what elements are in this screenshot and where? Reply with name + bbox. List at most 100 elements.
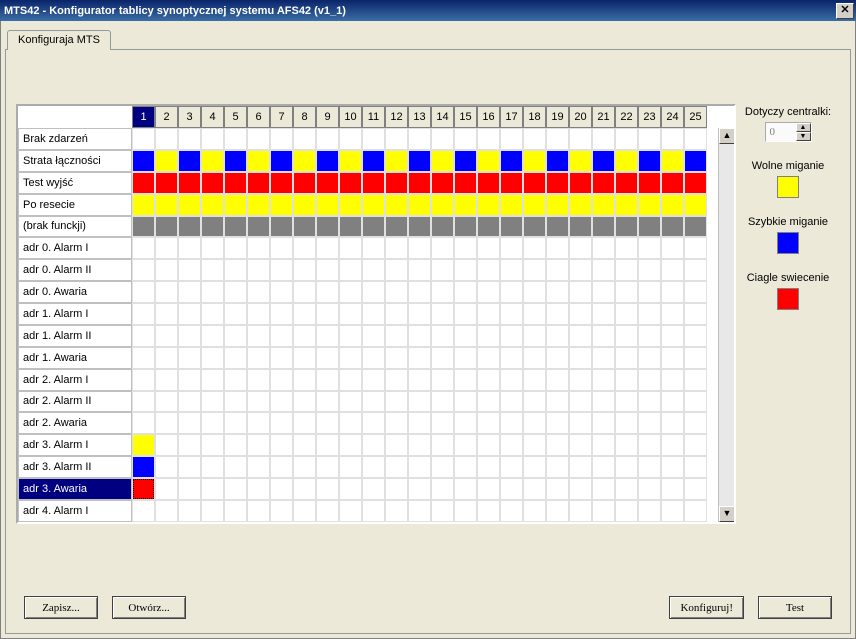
- grid-cell[interactable]: [293, 500, 316, 522]
- grid-cell[interactable]: [132, 303, 155, 325]
- grid-cell[interactable]: [615, 456, 638, 478]
- grid-cell[interactable]: [201, 128, 224, 150]
- grid-cell[interactable]: [592, 237, 615, 259]
- grid-cell[interactable]: [661, 369, 684, 391]
- grid-cell[interactable]: [661, 412, 684, 434]
- row-header[interactable]: Brak zdarzeń: [18, 128, 132, 150]
- grid-cell[interactable]: [431, 281, 454, 303]
- grid-cell[interactable]: [615, 194, 638, 216]
- grid-cell[interactable]: [178, 391, 201, 413]
- grid-cell[interactable]: [615, 434, 638, 456]
- grid-cell[interactable]: [477, 172, 500, 194]
- grid-cell[interactable]: [569, 391, 592, 413]
- spinner-down-icon[interactable]: ▼: [796, 132, 811, 141]
- grid-cell[interactable]: [224, 412, 247, 434]
- grid-cell[interactable]: [155, 434, 178, 456]
- grid-cell[interactable]: [155, 303, 178, 325]
- grid-cell[interactable]: [523, 216, 546, 238]
- grid-cell[interactable]: [155, 456, 178, 478]
- grid-cell[interactable]: [500, 391, 523, 413]
- grid-cell[interactable]: [155, 325, 178, 347]
- grid-cell[interactable]: [385, 412, 408, 434]
- grid-cell[interactable]: [224, 325, 247, 347]
- grid-cell[interactable]: [615, 325, 638, 347]
- grid-cell[interactable]: [293, 259, 316, 281]
- grid-cell[interactable]: [247, 194, 270, 216]
- grid-cell[interactable]: [477, 391, 500, 413]
- grid-cell[interactable]: [569, 347, 592, 369]
- grid-cell[interactable]: [523, 391, 546, 413]
- grid-cell[interactable]: [316, 150, 339, 172]
- column-header[interactable]: 25: [684, 106, 707, 128]
- grid-cell[interactable]: [339, 172, 362, 194]
- grid-cell[interactable]: [523, 500, 546, 522]
- grid-cell[interactable]: [684, 500, 707, 522]
- grid-cell[interactable]: [385, 194, 408, 216]
- grid-cell[interactable]: [339, 259, 362, 281]
- grid-cell[interactable]: [477, 237, 500, 259]
- grid-cell[interactable]: [454, 259, 477, 281]
- grid-cell[interactable]: [362, 325, 385, 347]
- grid-cell[interactable]: [385, 172, 408, 194]
- grid-cell[interactable]: [178, 216, 201, 238]
- scroll-down-icon[interactable]: ▼: [719, 506, 735, 522]
- row-header[interactable]: adr 0. Alarm I: [18, 237, 132, 259]
- grid-cell[interactable]: [201, 259, 224, 281]
- grid-cell[interactable]: [592, 347, 615, 369]
- grid-cell[interactable]: [638, 281, 661, 303]
- grid-cell[interactable]: [247, 500, 270, 522]
- close-icon[interactable]: ✕: [836, 3, 854, 19]
- grid-cell[interactable]: [362, 412, 385, 434]
- grid-cell[interactable]: [523, 259, 546, 281]
- grid-cell[interactable]: [316, 412, 339, 434]
- grid-cell[interactable]: [569, 128, 592, 150]
- grid-cell[interactable]: [316, 281, 339, 303]
- grid-cell[interactable]: [247, 369, 270, 391]
- grid-cell[interactable]: [224, 369, 247, 391]
- grid-cell[interactable]: [638, 456, 661, 478]
- grid-cell[interactable]: [638, 434, 661, 456]
- grid-cell[interactable]: [592, 194, 615, 216]
- column-header[interactable]: 10: [339, 106, 362, 128]
- grid-cell[interactable]: [132, 500, 155, 522]
- grid-cell[interactable]: [638, 128, 661, 150]
- grid-cell[interactable]: [385, 237, 408, 259]
- grid-cell[interactable]: [477, 369, 500, 391]
- grid-cell[interactable]: [201, 303, 224, 325]
- grid-cell[interactable]: [638, 259, 661, 281]
- grid-cell[interactable]: [477, 281, 500, 303]
- grid-cell[interactable]: [316, 237, 339, 259]
- grid-cell[interactable]: [155, 150, 178, 172]
- scroll-up-icon[interactable]: ▲: [719, 128, 735, 144]
- grid-cell[interactable]: [339, 281, 362, 303]
- grid-cell[interactable]: [500, 128, 523, 150]
- grid-cell[interactable]: [178, 456, 201, 478]
- grid-cell[interactable]: [178, 237, 201, 259]
- grid-cell[interactable]: [293, 128, 316, 150]
- grid-cell[interactable]: [385, 281, 408, 303]
- grid-cell[interactable]: [362, 303, 385, 325]
- grid-cell[interactable]: [270, 172, 293, 194]
- grid-cell[interactable]: [638, 478, 661, 500]
- grid-cell[interactable]: [201, 391, 224, 413]
- grid-cell[interactable]: [362, 391, 385, 413]
- grid-cell[interactable]: [385, 434, 408, 456]
- grid-cell[interactable]: [477, 478, 500, 500]
- grid-cell[interactable]: [523, 172, 546, 194]
- grid-cell[interactable]: [546, 237, 569, 259]
- test-button[interactable]: Test: [758, 596, 832, 619]
- grid-cell[interactable]: [523, 369, 546, 391]
- grid-cell[interactable]: [339, 412, 362, 434]
- grid-cell[interactable]: [362, 478, 385, 500]
- grid-cell[interactable]: [270, 412, 293, 434]
- grid-cell[interactable]: [477, 194, 500, 216]
- grid-cell[interactable]: [385, 456, 408, 478]
- grid-cell[interactable]: [339, 500, 362, 522]
- grid-cell[interactable]: [316, 128, 339, 150]
- grid-cell[interactable]: [316, 325, 339, 347]
- grid-cell[interactable]: [454, 281, 477, 303]
- grid-cell[interactable]: [684, 259, 707, 281]
- row-header[interactable]: Test wyjść: [18, 172, 132, 194]
- grid-cell[interactable]: [546, 194, 569, 216]
- grid-cell[interactable]: [293, 412, 316, 434]
